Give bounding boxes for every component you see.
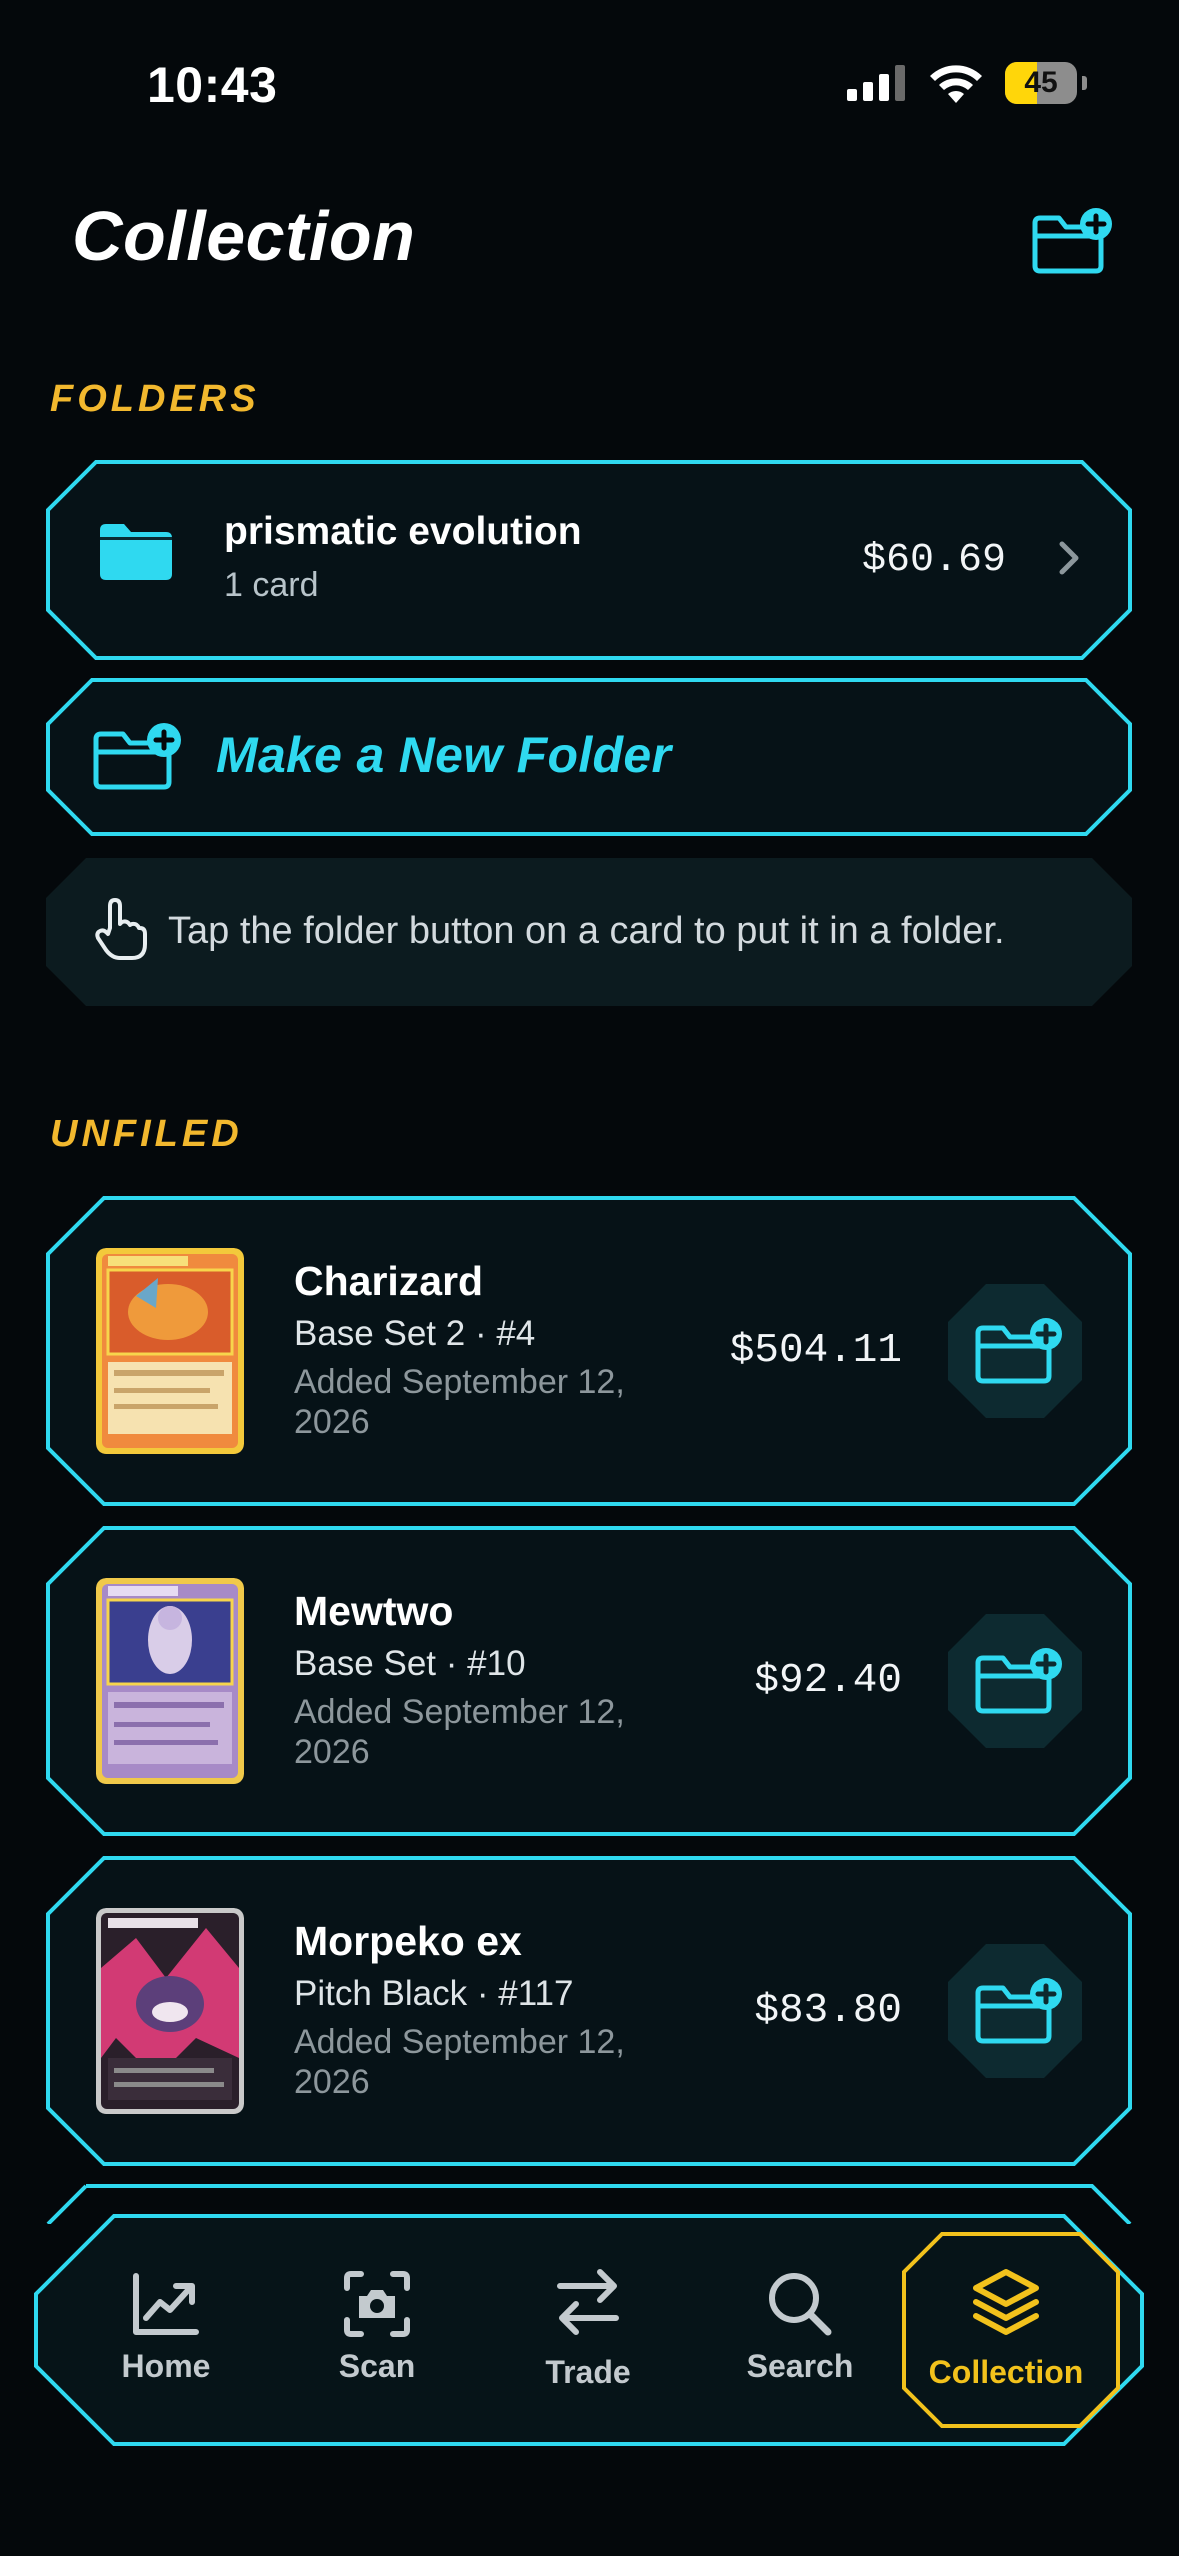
search-icon xyxy=(769,2273,832,2336)
hint-text: Tap the folder button on a card to put i… xyxy=(168,910,1005,952)
nav-label: Scan xyxy=(338,2348,416,2384)
card-row[interactable]: Charizard Base Set 2 · #4 Added Septembe… xyxy=(46,1196,1132,1506)
folder-plus-icon xyxy=(948,1614,1082,1748)
cellular-signal-icon xyxy=(847,65,905,101)
card-added-date: Added September 12, 2026 xyxy=(294,1693,625,1771)
camera-scan-icon xyxy=(344,2271,410,2337)
nav-search[interactable]: Search xyxy=(700,2214,900,2446)
card-price: $504.11 xyxy=(729,1328,902,1374)
folder-plus-icon xyxy=(948,1284,1082,1418)
folder-icon xyxy=(100,524,172,580)
card-set: Base Set 2 · #4 xyxy=(294,1314,536,1353)
card-name: Morpeko ex xyxy=(294,1918,522,1964)
status-icons: 45 xyxy=(847,62,1087,104)
add-to-folder-button[interactable] xyxy=(948,1284,1082,1418)
card-price: $83.80 xyxy=(754,1988,902,2034)
nav-label: Trade xyxy=(545,2354,631,2390)
unfiled-section-label: UNFILED xyxy=(50,1113,243,1155)
nav-label: Collection xyxy=(928,2354,1084,2390)
new-folder-button[interactable]: Make a New Folder xyxy=(46,678,1132,836)
card-name: Charizard xyxy=(294,1258,484,1304)
folder-value: $60.69 xyxy=(861,538,1006,583)
card-name: Mewtwo xyxy=(294,1588,454,1634)
nav-trade[interactable]: Trade xyxy=(488,2214,688,2446)
card-row[interactable]: Morpeko ex Pitch Black · #117 Added Sept… xyxy=(46,1856,1132,2166)
card-set: Base Set · #10 xyxy=(294,1644,526,1683)
card-added-date: Added September 12, 2026 xyxy=(294,1363,625,1441)
nav-label: Home xyxy=(121,2348,211,2384)
battery-icon: 45 xyxy=(1005,62,1087,104)
chevron-right-icon xyxy=(1059,541,1079,575)
folder-hint: Tap the folder button on a card to put i… xyxy=(46,858,1132,1006)
folder-plus-icon xyxy=(1032,208,1112,274)
nav-scan[interactable]: Scan xyxy=(277,2214,477,2446)
bottom-nav: Home Scan Trade Search Collection xyxy=(34,2214,1144,2446)
card-image xyxy=(96,1908,244,2114)
status-time: 10:43 xyxy=(147,57,278,113)
page-title: Collection xyxy=(72,197,416,275)
hand-tap-icon xyxy=(95,898,147,960)
layers-icon xyxy=(973,2269,1039,2335)
folder-row[interactable]: prismatic evolution 1 card $60.69 xyxy=(46,460,1132,660)
folder-name: prismatic evolution xyxy=(224,510,582,553)
nav-label: Search xyxy=(746,2348,854,2384)
card-row[interactable]: Mewtwo Base Set · #10 Added September 12… xyxy=(46,1526,1132,1836)
folder-plus-icon xyxy=(93,723,181,790)
add-to-folder-button[interactable] xyxy=(948,1614,1082,1748)
battery-level: 45 xyxy=(1024,66,1058,99)
card-set: Pitch Black · #117 xyxy=(294,1974,574,2013)
add-to-folder-button[interactable] xyxy=(948,1944,1082,2078)
folder-card-count: 1 card xyxy=(224,566,319,604)
folders-section-label: FOLDERS xyxy=(50,378,260,420)
add-folder-button[interactable] xyxy=(1030,206,1116,276)
new-folder-label: Make a New Folder xyxy=(216,727,672,783)
card-image xyxy=(96,1578,244,1784)
card-added-date: Added September 12, 2026 xyxy=(294,2023,625,2101)
folder-plus-icon xyxy=(948,1944,1082,2078)
nav-home[interactable]: Home xyxy=(66,2214,266,2446)
chart-line-icon xyxy=(133,2273,199,2335)
wifi-icon xyxy=(930,65,982,103)
card-image xyxy=(96,1248,244,1454)
card-price: $92.40 xyxy=(754,1658,902,1704)
nav-collection[interactable]: Collection xyxy=(902,2214,1120,2446)
arrows-exchange-icon xyxy=(557,2269,619,2335)
